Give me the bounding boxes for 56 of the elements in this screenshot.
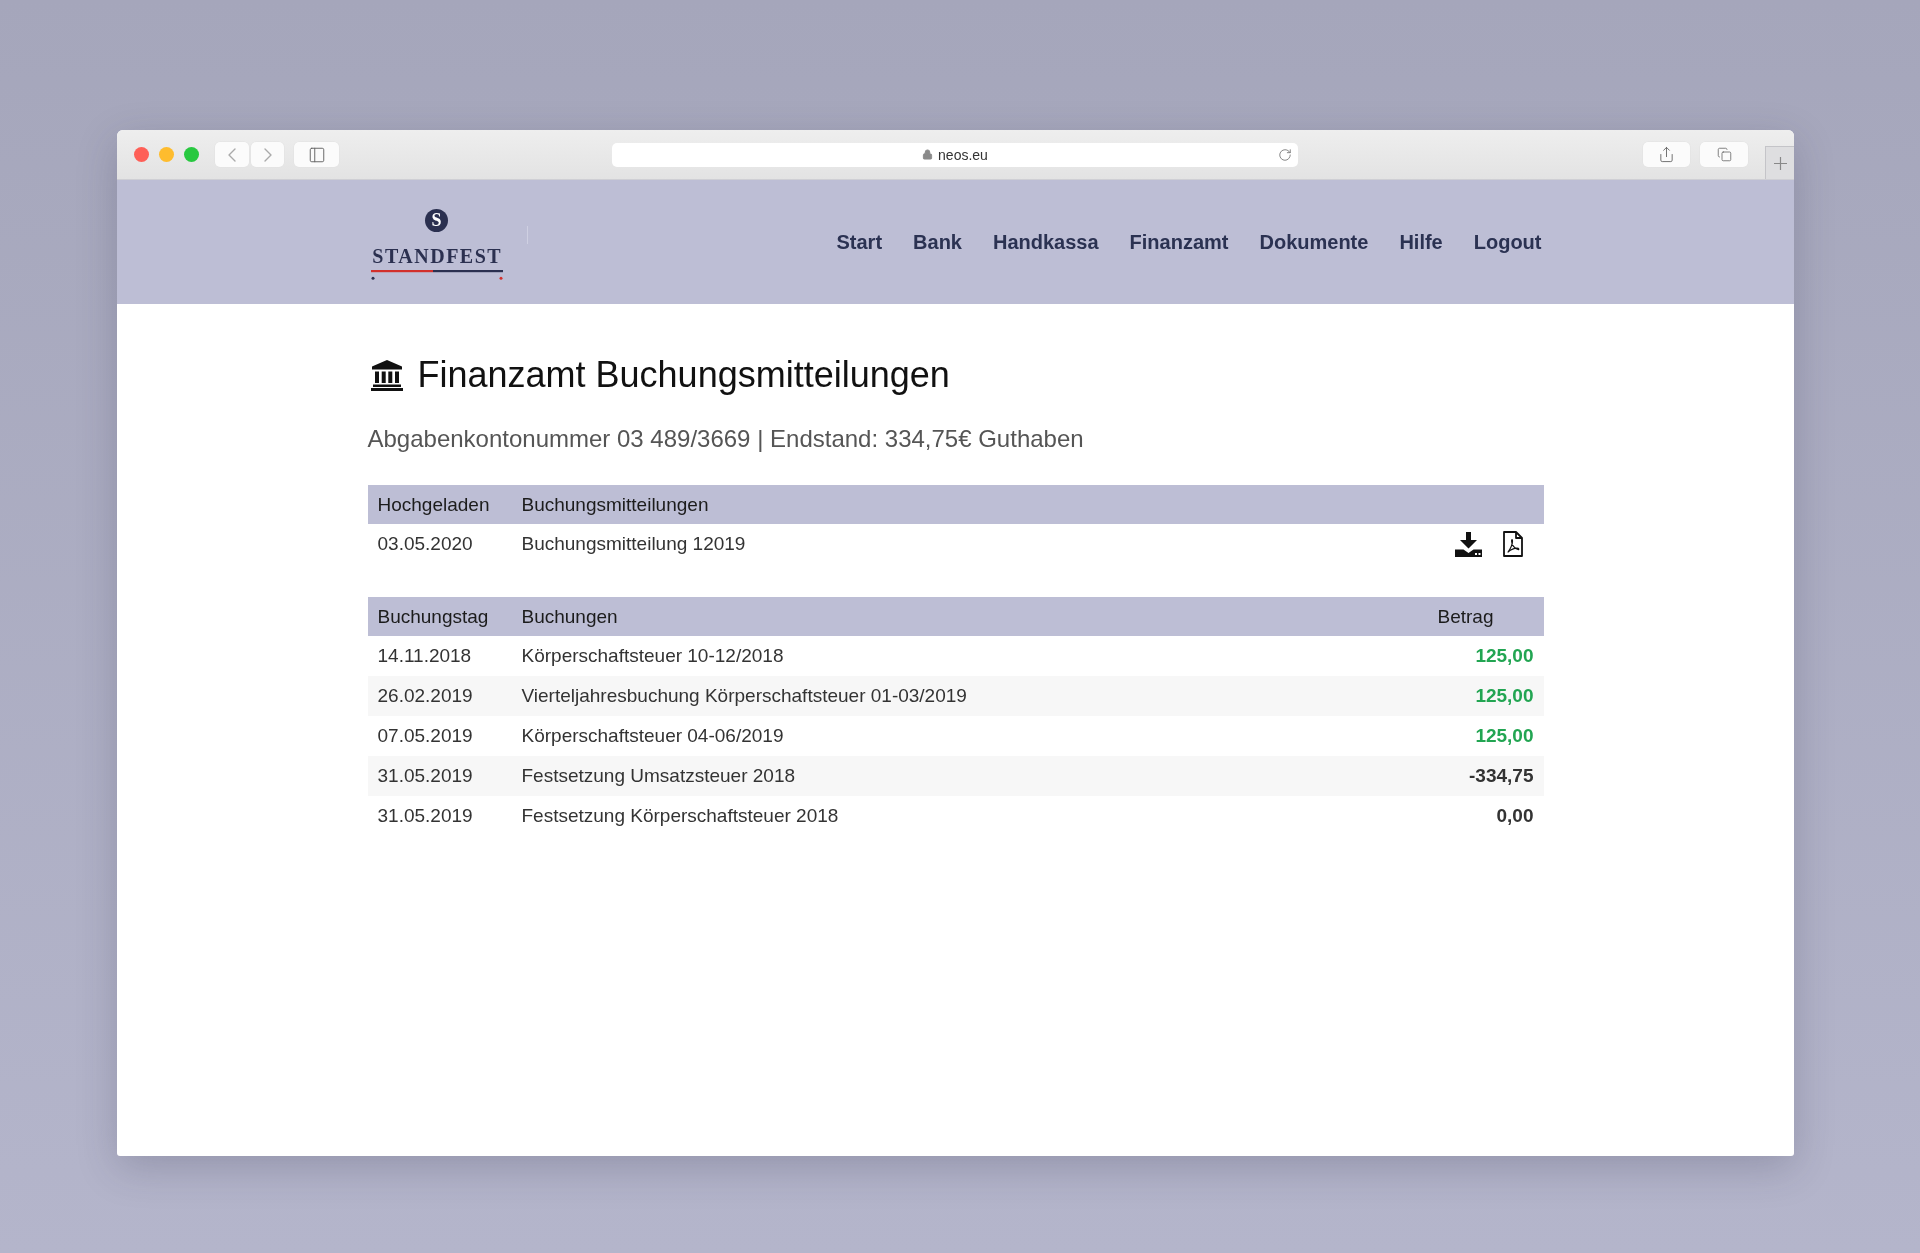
page-title: Finanzamt Buchungsmitteilungen [417,353,950,397]
table-cell-text: 31.05.2019 [376,804,474,828]
share-icon [1658,146,1675,163]
table-cell-text: 26.02.2019 [376,684,474,708]
nav-link[interactable]: Finanzamt [1129,230,1229,254]
window-close-button[interactable] [134,147,149,162]
url-text: neos.eu [938,145,988,164]
share-button[interactable] [1643,142,1690,167]
download-icon[interactable] [1454,531,1482,557]
table-cell-text: Vierteljahresbuchung Körperschaftsteuer 01-03/2019 [520,684,968,708]
logo-underline-icon [370,269,503,280]
column-header: Buchungsmitteilungen [520,492,710,517]
table-cell-text: Buchungsmitteilung 12019 [520,532,747,556]
column-header: Buchungstag [376,604,490,629]
amount-cell-text: 125,00 [1474,684,1535,708]
amount-cell-text: 125,00 [1474,724,1535,748]
nav-link[interactable]: Bank [913,230,962,254]
amount-cell-text: 125,00 [1474,644,1535,668]
window-zoom-button[interactable] [184,147,199,162]
nav-link[interactable]: Handkassa [992,230,1099,254]
forward-button[interactable] [251,142,284,167]
table-cell-text: Festsetzung Umsatzsteuer 2018 [520,764,797,788]
column-header: Hochgeladen [376,492,491,517]
logo-wordmark: STANDFEST [372,245,503,266]
column-header: Betrag [1436,604,1495,629]
pdf-file-icon[interactable] [1502,531,1523,557]
table-cell-text: 07.05.2019 [376,724,474,748]
sidebar-icon [307,145,326,164]
table-cell-text: 31.05.2019 [376,764,474,788]
tabs-icon [1716,147,1732,162]
lock-icon [922,149,934,160]
back-button[interactable] [215,142,249,167]
table-cell-text: Körperschaftsteuer 04-06/2019 [520,724,785,748]
chevron-right-icon [263,147,272,162]
account-summary: Abgabenkontonummer 03 489/3669 | Endstand: 334,75€ Guthaben [367,424,1085,454]
new-tab-button[interactable] [1765,146,1794,179]
reload-icon[interactable] [1278,147,1292,162]
table-cell-text: 03.05.2020 [376,532,474,556]
nav-link[interactable]: Logout [1473,230,1542,254]
sidebar-button[interactable] [294,142,339,167]
nav-link[interactable]: Hilfe [1399,230,1443,254]
nav-link[interactable]: Dokumente [1259,230,1369,254]
logo-monogram: S [425,208,448,232]
window-minimize-button[interactable] [159,147,174,162]
nav-link[interactable]: Start [836,230,883,254]
table-cell-text: Festsetzung Körperschaftsteuer 2018 [520,804,840,828]
chevron-left-icon [228,147,236,162]
bank-building-icon [370,359,403,391]
plus-icon [1773,156,1787,170]
table-cell-text: 14.11.2018 [376,644,473,668]
amount-cell-text: -334,75 [1468,764,1535,788]
amount-cell-text: 0,00 [1495,804,1535,828]
column-header: Buchungen [520,604,619,629]
table-cell-text: Körperschaftsteuer 10-12/2018 [520,644,785,668]
address-bar[interactable]: neos.eu [612,142,1298,167]
tabs-button[interactable] [1700,142,1748,167]
